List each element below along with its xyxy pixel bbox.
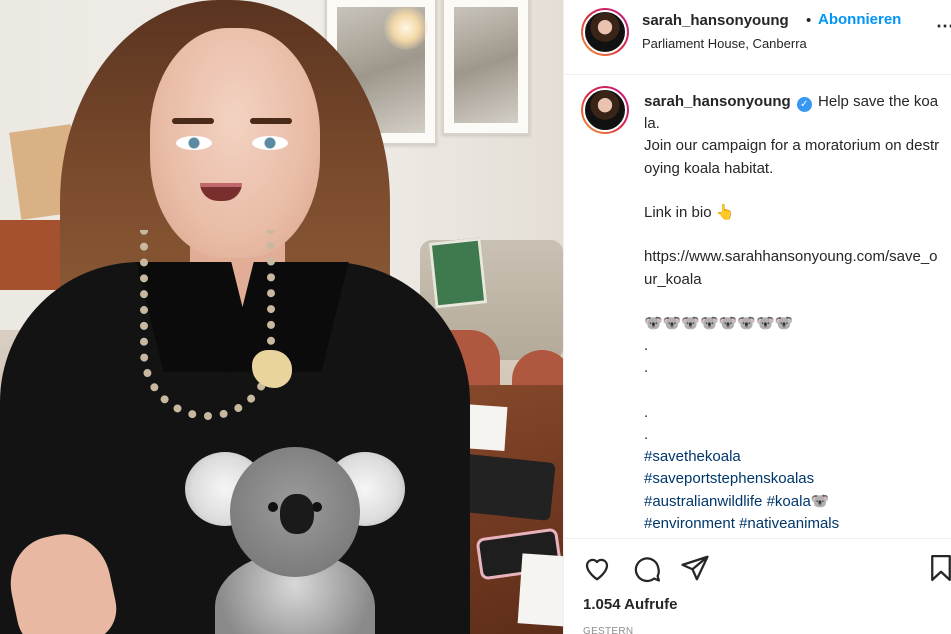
post-sidebar: sarah_hansonyoung • Abonnieren Parliamen… <box>563 0 951 634</box>
person-face <box>150 28 320 258</box>
koala-eye <box>268 502 278 512</box>
eyebrow <box>172 118 214 124</box>
hashtag-link[interactable]: #nativeanimals <box>739 515 839 532</box>
post-date: GESTERN <box>583 626 634 634</box>
caption-dot: . <box>644 425 649 443</box>
brooch <box>252 350 292 388</box>
eye <box>252 136 288 150</box>
hashtag-link[interactable]: #savethekoala <box>644 448 741 465</box>
post-video[interactable] <box>0 0 563 634</box>
koala-emoji-row: 🐨🐨🐨🐨🐨🐨🐨🐨 <box>644 314 794 332</box>
cushion <box>428 237 488 309</box>
caption-line: Join our campaign for a moratorium on de… <box>644 137 940 177</box>
caption-dot: . <box>644 359 649 377</box>
caption-line: Link in bio 👆 <box>644 204 735 221</box>
hashtag-link[interactable]: #environment <box>644 515 735 532</box>
koala-plush-toy <box>185 442 405 634</box>
separator-dot: • <box>806 12 812 29</box>
heart-icon[interactable] <box>582 553 612 583</box>
eyebrow <box>250 118 292 124</box>
necklace <box>140 230 275 420</box>
view-count[interactable]: 1.054 Aufrufe <box>583 596 677 613</box>
caption-text: sarah_hansonyoung ✓ Help save the koala.… <box>644 91 940 535</box>
action-bar: 1.054 Aufrufe GESTERN <box>564 538 951 634</box>
paper-sheet <box>517 553 563 627</box>
post-header: sarah_hansonyoung • Abonnieren Parliamen… <box>564 0 951 75</box>
avatar[interactable] <box>581 86 629 134</box>
hashtag-link[interactable]: #saveportstephenskoalas <box>644 470 814 487</box>
lamp-light <box>384 6 428 50</box>
caption-area: sarah_hansonyoung ✓ Help save the koala.… <box>564 76 951 536</box>
hashtag-link[interactable]: #australianwildlife <box>644 493 762 510</box>
caption-dot: . <box>644 403 649 421</box>
header-username[interactable]: sarah_hansonyoung <box>642 12 789 29</box>
follow-button[interactable]: Abonnieren <box>818 11 901 28</box>
caption-username[interactable]: sarah_hansonyoung <box>644 93 791 110</box>
caption-dot: . <box>644 337 649 355</box>
hashtag-link[interactable]: #koala🐨 <box>767 493 830 510</box>
more-options-icon[interactable]: ⋯ <box>936 16 951 37</box>
bookmark-icon[interactable] <box>926 553 951 583</box>
wall-picture-frame <box>442 0 530 135</box>
koala-nose <box>280 494 314 534</box>
paper-plane-icon[interactable] <box>680 553 710 583</box>
avatar[interactable] <box>581 8 629 56</box>
comment-bubble-icon[interactable] <box>632 553 662 583</box>
verified-badge-icon: ✓ <box>796 97 812 112</box>
caption-link: https://www.sarahhansonyoung.com/save_ou… <box>644 248 938 288</box>
eye <box>176 136 212 150</box>
location-link[interactable]: Parliament House, Canberra <box>642 36 807 51</box>
